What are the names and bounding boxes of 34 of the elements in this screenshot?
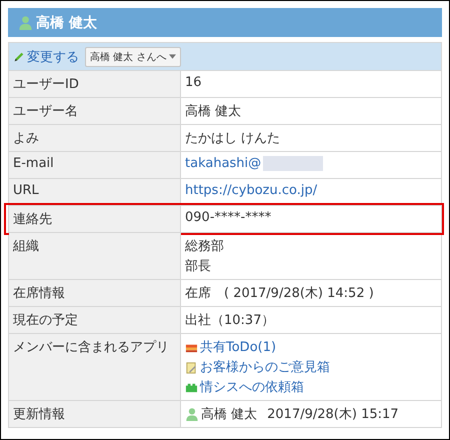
page-title: 高橋 健太	[36, 14, 97, 32]
field-label: 在席情報	[13, 286, 65, 301]
user-icon	[185, 407, 199, 421]
field-label: 現在の予定	[13, 313, 78, 328]
field-label: URL	[13, 183, 39, 198]
field-value: 総務部	[185, 238, 225, 255]
field-value: たかはし けんた	[185, 130, 282, 147]
field-value: 090-****-****	[185, 210, 272, 225]
field-label: 連絡先	[13, 212, 52, 227]
edit-link[interactable]: 変更する	[27, 48, 79, 66]
field-value: 出社（10:37）	[185, 312, 276, 329]
app-link[interactable]: お客様からのご意見箱	[200, 358, 330, 376]
update-time: 2017/9/28(木) 15:17	[267, 406, 399, 423]
field-label: ユーザーID	[13, 77, 79, 92]
field-label: ユーザー名	[13, 104, 78, 119]
field-value: 16	[185, 75, 203, 90]
field-link[interactable]: takahashi@	[185, 156, 262, 171]
field-label: よみ	[13, 131, 39, 146]
field-value: 部長	[185, 258, 212, 275]
app-link[interactable]: 情シスへの依頼箱	[200, 378, 304, 396]
field-label: メンバーに含まれるアプリ	[13, 340, 169, 355]
field-label: 更新情報	[13, 407, 65, 422]
user-icon	[18, 15, 33, 30]
field-value: 高橋 健太	[185, 103, 242, 120]
user-menu-button[interactable]: 高橋 健太 さんへ	[85, 46, 182, 66]
field-link[interactable]: https://cybozu.co.jp/	[185, 183, 318, 198]
field-label: E-mail	[13, 156, 54, 171]
user-name: 高橋 健太	[201, 406, 258, 423]
pencil-icon	[13, 50, 25, 62]
note-icon	[185, 360, 198, 374]
field-label: 組織	[13, 239, 39, 254]
caret-icon	[169, 54, 176, 59]
field-value: 在席 ( 2017/9/28(木) 14:52 )	[185, 285, 375, 302]
app-link[interactable]: 共有ToDo(1)	[200, 338, 276, 356]
